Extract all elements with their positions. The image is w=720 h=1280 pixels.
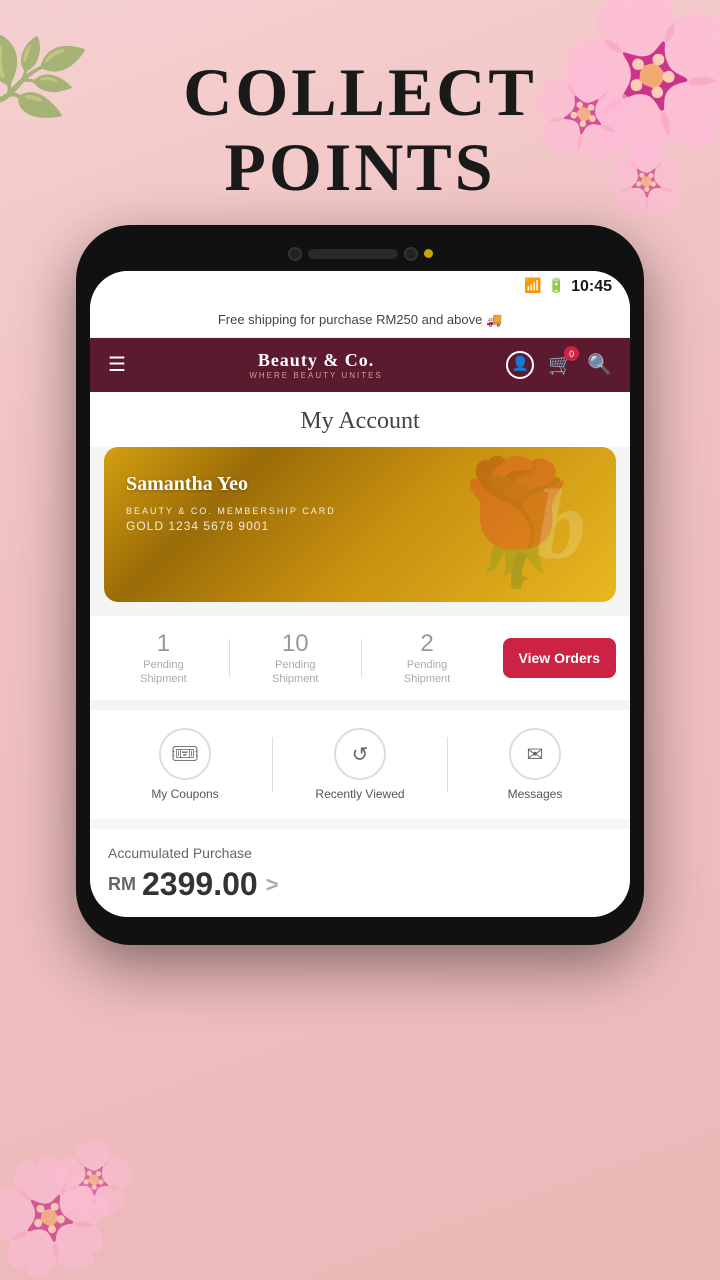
quick-link-coupons[interactable]: 🎟 My Coupons [98,728,272,801]
brand-name: Beauty & Co. [126,350,506,371]
order-stat-2: 10 Pending Shipment [230,630,361,687]
collect-points-title: COLLECT POINTS [0,55,720,205]
sensor-dot [424,249,433,258]
accumulated-currency: RM [108,874,136,895]
page-content: My Account 🌹 b Samantha Yeo Beauty & Co.… [90,392,630,918]
accumulated-title: Accumulated Purchase [108,845,612,861]
status-bar: 📶 🔋 10:45 [90,271,630,303]
wifi-icon: 📶 [524,278,541,295]
brand-tagline: WHERE BEAUTY UNITES [126,371,506,380]
phone-screen: 📶 🔋 10:45 Free shipping for purchase RM2… [90,271,630,918]
user-icon[interactable]: 👤 [506,351,534,379]
speaker [308,249,398,259]
order-stat-number-1: 1 [98,630,229,658]
phone-frame: 📶 🔋 10:45 Free shipping for purchase RM2… [76,225,644,946]
card-number: GOLD 1234 5678 9001 [126,519,594,533]
messages-label: Messages [508,787,563,801]
card-member-name: Samantha Yeo [126,473,594,496]
camera-left [288,247,302,261]
order-stat-number-3: 2 [362,630,493,658]
cart-badge: 0 [564,346,579,361]
page-title: My Account [90,392,630,447]
recently-viewed-icon-circle: ↺ [334,728,386,780]
coupons-icon-circle: 🎟 [159,728,211,780]
accumulated-amount[interactable]: RM 2399.00 > [108,866,612,903]
view-orders-button[interactable]: View Orders [503,638,616,678]
menu-button[interactable]: ☰ [108,352,126,377]
coupons-label: My Coupons [151,787,218,801]
recently-viewed-label: Recently Viewed [315,787,404,801]
accumulated-value: 2399.00 [142,866,258,903]
header-icons: 👤 🛒 0 🔍 [506,351,612,379]
order-stat-3: 2 Pending Shipment [362,630,493,687]
battery-icon: 🔋 [548,278,565,295]
order-stat-number-2: 10 [230,630,361,658]
order-stat-1: 1 Pending Shipment [98,630,229,687]
order-stat-label-2: Pending Shipment [230,658,361,687]
orders-summary: 1 Pending Shipment 10 Pending Shipment 2… [90,616,630,701]
quick-links: 🎟 My Coupons ↺ Recently Viewed ✉ Message… [90,710,630,819]
status-time: 10:45 [571,278,612,296]
order-stat-label-1: Pending Shipment [98,658,229,687]
membership-card: 🌹 b Samantha Yeo Beauty & Co. Membership… [104,447,616,602]
promo-banner: Free shipping for purchase RM250 and abo… [90,303,630,338]
quick-link-recently-viewed[interactable]: ↺ Recently Viewed [273,728,447,801]
app-header: ☰ Beauty & Co. WHERE BEAUTY UNITES 👤 🛒 0… [90,338,630,392]
search-button[interactable]: 🔍 [587,352,612,377]
messages-icon-circle: ✉ [509,728,561,780]
quick-link-messages[interactable]: ✉ Messages [448,728,622,801]
order-stat-label-3: Pending Shipment [362,658,493,687]
accumulated-section: Accumulated Purchase RM 2399.00 > [90,829,630,917]
camera-right [404,247,418,261]
cart-button[interactable]: 🛒 0 [548,352,573,377]
phone-notch [90,241,630,271]
accumulated-chevron: > [266,872,279,898]
card-membership-label: Beauty & Co. Membership Card [126,506,594,516]
brand-logo: Beauty & Co. WHERE BEAUTY UNITES [126,350,506,380]
